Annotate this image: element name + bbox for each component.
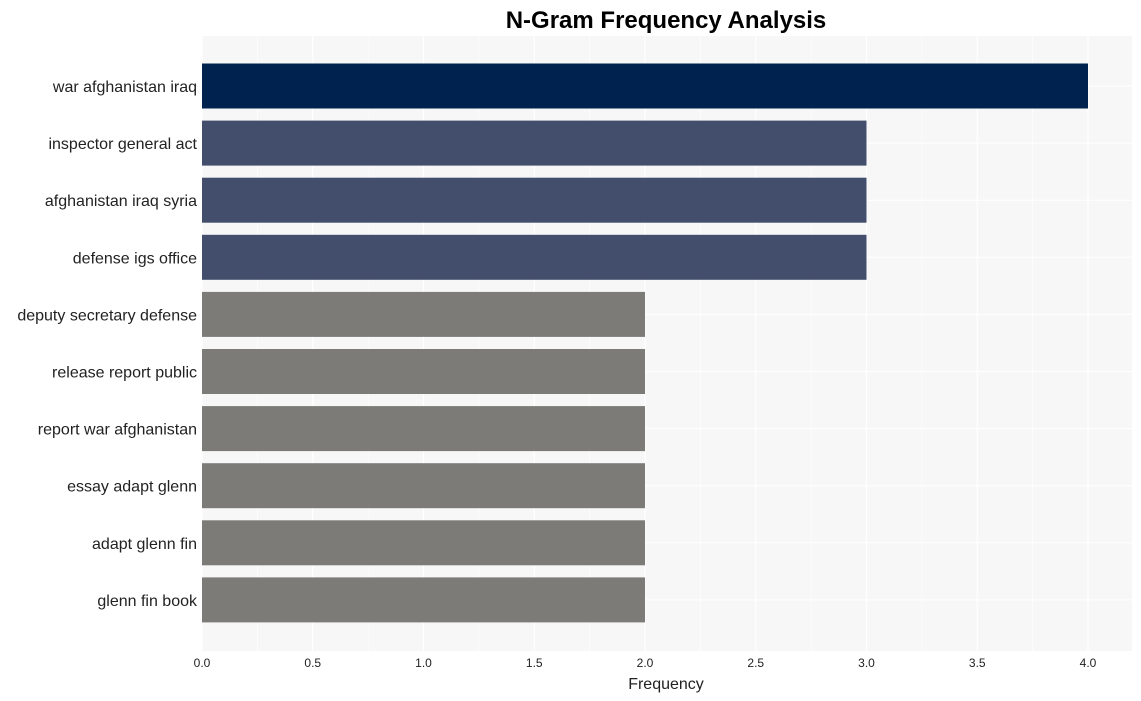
x-tick-label: 2.5 [747,656,764,670]
x-axis-ticks: 0.0 0.5 1.0 1.5 2.0 2.5 3.0 3.5 4.0 [194,656,1097,670]
x-tick-label: 0.5 [304,656,321,670]
bar-afghanistan-iraq-syria [202,177,867,223]
bar-inspector-general-act [202,120,867,166]
bar-deputy-secretary-defense [202,291,645,337]
y-tick-label: glenn fin book [97,593,198,610]
bar-war-afghanistan-iraq [202,63,1088,109]
bar-defense-igs-office [202,234,867,280]
bar-glenn-fin-book [202,577,645,623]
x-tick-label: 2.0 [637,656,654,670]
y-tick-label: release report public [52,365,197,382]
bar-report-war-afghanistan [202,406,645,452]
y-tick-label: report war afghanistan [38,422,197,439]
x-axis-label: Frequency [628,676,704,693]
x-tick-label: 1.0 [415,656,432,670]
x-tick-label: 1.5 [526,656,543,670]
x-tick-label: 4.0 [1080,656,1097,670]
bar-adapt-glenn-fin [202,520,645,566]
y-axis-labels: war afghanistan iraq inspector general ac… [17,79,198,610]
bar-release-report-public [202,349,645,394]
y-tick-label: defense igs office [73,250,197,267]
chart-title: N-Gram Frequency Analysis [506,7,827,34]
bar-essay-adapt-glenn [202,463,645,509]
x-tick-label: 3.5 [969,656,986,670]
y-tick-label: essay adapt glenn [67,479,197,496]
y-tick-label: inspector general act [48,136,197,153]
y-tick-label: afghanistan iraq syria [45,193,197,210]
y-tick-label: deputy secretary defense [17,307,197,324]
ngram-bar-chart: war afghanistan iraq inspector general ac… [17,7,1132,693]
x-tick-label: 0.0 [194,656,211,670]
y-tick-label: adapt glenn fin [92,536,197,553]
y-tick-label: war afghanistan iraq [52,79,197,96]
x-tick-label: 3.0 [858,656,875,670]
